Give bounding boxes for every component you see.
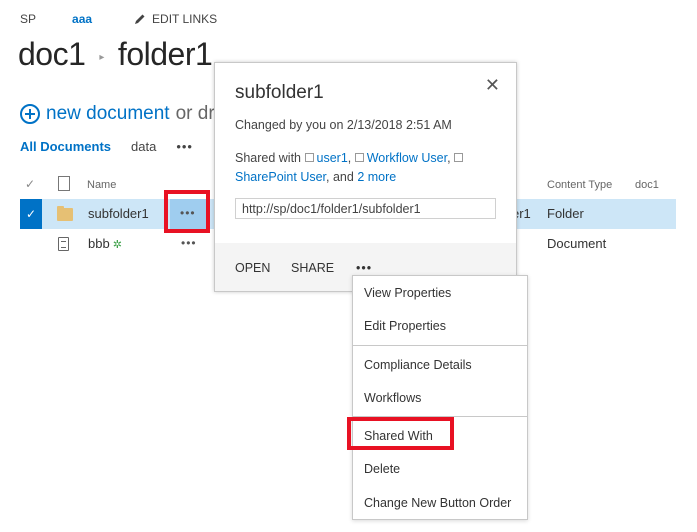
highlight-box-shared-with xyxy=(347,417,454,450)
column-header-content-type[interactable]: Content Type xyxy=(547,179,612,191)
highlight-box-ellipsis xyxy=(164,190,210,233)
item-ellipsis-button[interactable]: ••• xyxy=(181,236,197,250)
shared-user-link[interactable]: user1 xyxy=(317,151,348,165)
item-content-type: Folder xyxy=(547,206,584,221)
item-url-field[interactable] xyxy=(235,198,496,219)
item-name[interactable]: subfolder1 xyxy=(88,206,149,221)
shared-and-label: and xyxy=(332,170,354,184)
callout-title: subfolder1 xyxy=(235,82,324,103)
edit-links-label: EDIT LINKS xyxy=(152,12,218,26)
callout-changed-info: Changed by you on 2/13/2018 2:51 AM xyxy=(235,118,452,132)
views-more-button[interactable]: ••• xyxy=(176,139,193,154)
context-menu: View Properties Edit Properties Complian… xyxy=(352,275,528,520)
more-actions-button[interactable]: ••• xyxy=(356,261,372,275)
user-presence-icon xyxy=(304,153,314,162)
user-presence-icon xyxy=(354,153,364,162)
document-type-icon xyxy=(58,176,70,191)
item-content-type: Document xyxy=(547,236,607,251)
user-presence-icon xyxy=(454,153,464,162)
breadcrumb-parent[interactable]: doc1 xyxy=(18,36,86,73)
share-button[interactable]: SHARE xyxy=(291,261,334,275)
new-document-link[interactable]: new document xyxy=(46,103,170,125)
site-link-aaa[interactable]: aaa xyxy=(72,12,92,26)
menu-divider xyxy=(353,345,527,346)
new-document-bar: new document or dra xyxy=(20,103,225,125)
item-callout: subfolder1 ✕ Changed by you on 2/13/2018… xyxy=(214,62,517,292)
shared-user-link[interactable]: Workflow User xyxy=(367,151,447,165)
shared-user-link[interactable]: SharePoint User xyxy=(235,170,326,184)
menu-item-edit-properties[interactable]: Edit Properties xyxy=(364,319,446,333)
view-all-documents[interactable]: All Documents xyxy=(20,139,111,154)
open-button[interactable]: OPEN xyxy=(235,261,270,275)
edit-links-button[interactable]: EDIT LINKS xyxy=(134,12,217,26)
menu-item-view-properties[interactable]: View Properties xyxy=(364,286,451,300)
item-name-wrap: bbb ✲ xyxy=(88,236,122,251)
column-header-doc1[interactable]: doc1 xyxy=(635,179,659,191)
row-checkbox[interactable]: ✓ xyxy=(20,199,42,229)
breadcrumb-current: folder1 xyxy=(117,36,213,72)
callout-shared-with: Shared with user1, Workflow User, ShareP… xyxy=(235,149,505,187)
item-name[interactable]: bbb xyxy=(88,236,110,251)
view-data[interactable]: data xyxy=(131,139,156,154)
shared-with-label: Shared with xyxy=(235,151,302,165)
folder-icon xyxy=(57,206,73,221)
pencil-icon xyxy=(135,14,145,24)
close-icon[interactable]: ✕ xyxy=(485,75,500,96)
menu-item-compliance-details[interactable]: Compliance Details xyxy=(364,358,472,372)
top-navigation: SP aaa EDIT LINKS xyxy=(20,12,217,26)
site-link-sp[interactable]: SP xyxy=(20,12,36,26)
column-header-name[interactable]: Name xyxy=(87,179,116,191)
breadcrumb-separator-icon: ▸ xyxy=(99,52,104,63)
shared-more-link[interactable]: 2 more xyxy=(357,170,396,184)
view-selector: All Documents data ••• xyxy=(20,139,193,154)
plus-circle-icon[interactable] xyxy=(20,104,40,124)
menu-item-workflows[interactable]: Workflows xyxy=(364,391,421,405)
menu-item-change-new-button-order[interactable]: Change New Button Order xyxy=(364,496,511,510)
text-document-icon xyxy=(58,237,69,251)
page-title: doc1 ▸ folder1 xyxy=(18,36,213,73)
select-all-checkbox[interactable]: ✓ xyxy=(25,177,35,191)
new-item-icon: ✲ xyxy=(112,239,122,251)
menu-item-delete[interactable]: Delete xyxy=(364,462,400,476)
